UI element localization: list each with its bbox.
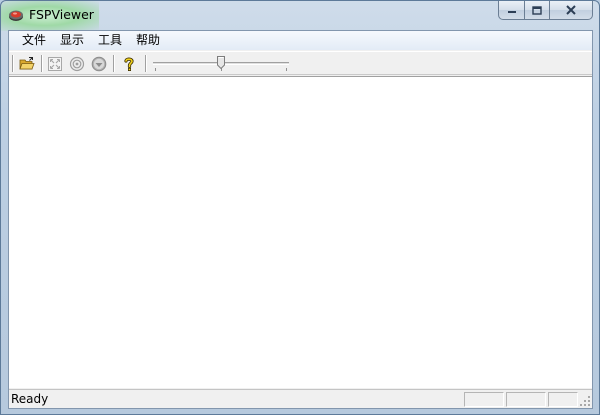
navigate-button[interactable] [89,54,109,74]
minimize-icon [507,11,516,13]
open-folder-icon [19,57,35,70]
help-icon [124,57,134,71]
maximize-button[interactable] [524,1,549,20]
status-pane [548,392,578,407]
slider-thumb[interactable] [217,56,225,69]
close-button[interactable] [549,1,593,20]
toolbar-separator [145,55,147,72]
viewer-canvas[interactable] [9,76,592,388]
status-text: Ready [11,392,49,406]
status-pane [506,392,546,407]
slider-tick [155,68,156,71]
resize-grip-icon[interactable] [579,395,591,407]
open-button[interactable] [17,54,37,74]
zoom-target-button[interactable] [67,54,87,74]
fspviewer-app-icon[interactable] [8,7,24,23]
menu-tools[interactable]: 工具 [91,31,129,50]
minimize-button[interactable] [498,1,524,20]
menu-bar: 文件 显示 工具 帮助 [9,31,592,50]
toolbar-separator [113,55,115,72]
client-area: 文件 显示 工具 帮助 Ready [8,30,593,409]
fit-to-window-icon [48,57,62,71]
menu-view[interactable]: 显示 [53,31,91,50]
close-icon [566,5,576,15]
status-bar: Ready [9,389,592,408]
zoom-slider[interactable] [153,56,289,72]
toolbar-grip[interactable] [12,55,14,72]
status-pane [464,392,504,407]
fit-window-button[interactable] [45,54,65,74]
menu-file[interactable]: 文件 [15,31,53,50]
maximize-icon [532,5,542,15]
menu-help[interactable]: 帮助 [129,31,167,50]
app-window: FSPViewer 文件 显示 工具 帮助 Ready [0,0,600,415]
toolbar [9,51,592,75]
zoom-target-icon [69,56,85,72]
window-title: FSPViewer [29,7,94,22]
navigate-icon [91,56,107,72]
slider-tick [286,68,287,71]
caption-buttons [498,1,593,20]
title-bar[interactable]: FSPViewer [1,1,599,31]
toolbar-separator [41,55,43,72]
help-button[interactable] [119,54,139,74]
